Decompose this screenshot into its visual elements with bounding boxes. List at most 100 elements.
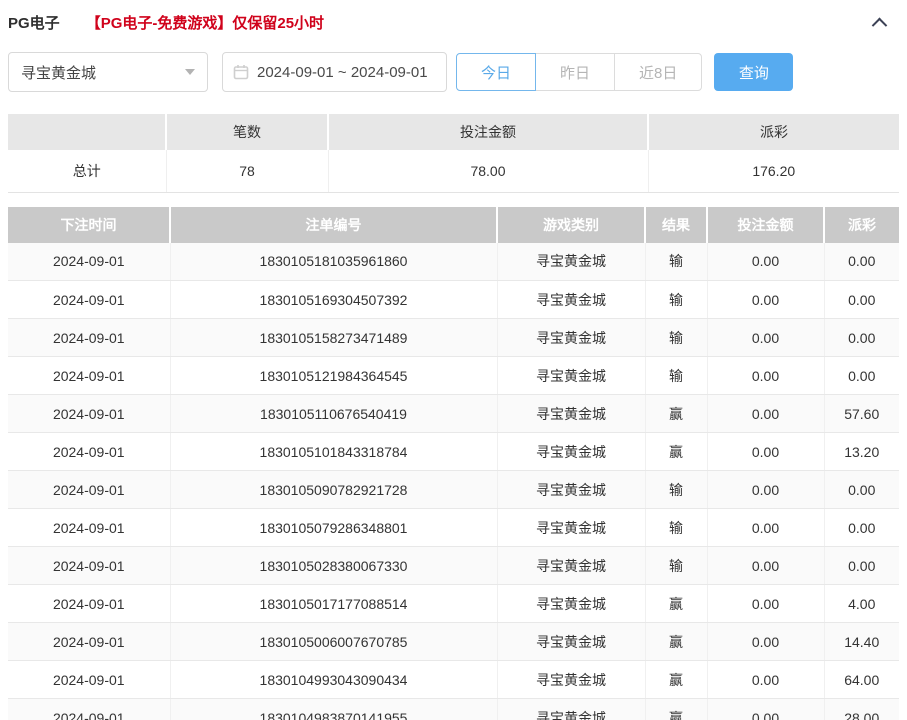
- summary-column-header: 派彩: [648, 114, 899, 150]
- table-cell: 寻宝黄金城: [497, 623, 645, 661]
- quick-button-0[interactable]: 今日: [456, 53, 536, 91]
- page-title: PG电子: [8, 12, 60, 33]
- table-cell: 0.00: [707, 433, 824, 471]
- summary-cell: 176.20: [648, 150, 899, 192]
- game-select[interactable]: 寻宝黄金城: [8, 52, 208, 92]
- table-cell: 1830105101843318784: [170, 433, 497, 471]
- table-cell: 寻宝黄金城: [497, 585, 645, 623]
- table-cell: 0.00: [824, 319, 899, 357]
- table-row: 2024-09-011830105101843318784寻宝黄金城赢0.001…: [8, 433, 899, 471]
- table-cell: 64.00: [824, 661, 899, 699]
- table-cell: 寻宝黄金城: [497, 243, 645, 281]
- table-cell: 1830105090782921728: [170, 471, 497, 509]
- table-cell: 0.00: [707, 319, 824, 357]
- table-row: 2024-09-011830105158273471489寻宝黄金城输0.000…: [8, 319, 899, 357]
- records-header-row: 下注时间注单编号游戏类别结果投注金额派彩: [8, 207, 899, 243]
- table-cell: 输: [645, 471, 707, 509]
- records-column-header: 投注金额: [707, 207, 824, 243]
- table-cell: 寻宝黄金城: [497, 433, 645, 471]
- filter-bar: 寻宝黄金城 2024-09-01 ~ 2024-09-01 今日昨日近8日 查询: [8, 52, 899, 92]
- table-row: 2024-09-011830105028380067330寻宝黄金城输0.000…: [8, 547, 899, 585]
- summary-column-header: [8, 114, 166, 150]
- table-cell: 1830105079286348801: [170, 509, 497, 547]
- table-cell: 赢: [645, 699, 707, 720]
- table-cell: 0.00: [824, 509, 899, 547]
- table-cell: 寻宝黄金城: [497, 699, 645, 720]
- records-column-header: 注单编号: [170, 207, 497, 243]
- caret-down-icon: [185, 69, 195, 75]
- summary-cell: 78: [166, 150, 328, 192]
- table-cell: 0.00: [707, 243, 824, 281]
- table-cell: 0.00: [707, 281, 824, 319]
- table-cell: 2024-09-01: [8, 509, 170, 547]
- table-cell: 0.00: [824, 471, 899, 509]
- summary-header-row: 笔数投注金额派彩: [8, 114, 899, 150]
- table-cell: 2024-09-01: [8, 547, 170, 585]
- records-column-header: 结果: [645, 207, 707, 243]
- table-row: 2024-09-011830105121984364545寻宝黄金城输0.000…: [8, 357, 899, 395]
- table-row: 2024-09-011830105090782921728寻宝黄金城输0.000…: [8, 471, 899, 509]
- collapse-button[interactable]: [867, 10, 891, 34]
- table-row: 2024-09-011830105181035961860寻宝黄金城输0.000…: [8, 243, 899, 281]
- table-cell: 2024-09-01: [8, 395, 170, 433]
- table-cell: 1830105158273471489: [170, 319, 497, 357]
- table-row: 2024-09-011830105017177088514寻宝黄金城赢0.004…: [8, 585, 899, 623]
- table-cell: 2024-09-01: [8, 243, 170, 281]
- table-cell: 寻宝黄金城: [497, 319, 645, 357]
- records-column-header: 派彩: [824, 207, 899, 243]
- table-cell: 1830105028380067330: [170, 547, 497, 585]
- records-table: 下注时间注单编号游戏类别结果投注金额派彩 2024-09-01183010518…: [8, 207, 899, 720]
- table-cell: 寻宝黄金城: [497, 281, 645, 319]
- table-cell: 1830105121984364545: [170, 357, 497, 395]
- table-cell: 2024-09-01: [8, 281, 170, 319]
- table-cell: 14.40: [824, 623, 899, 661]
- table-cell: 2024-09-01: [8, 661, 170, 699]
- summary-cell: 总计: [8, 150, 166, 192]
- quick-button-2[interactable]: 近8日: [614, 53, 702, 91]
- table-cell: 寻宝黄金城: [497, 357, 645, 395]
- chevron-up-icon: [871, 17, 887, 33]
- table-cell: 0.00: [707, 661, 824, 699]
- table-row: 2024-09-011830104993043090434寻宝黄金城赢0.006…: [8, 661, 899, 699]
- table-cell: 2024-09-01: [8, 623, 170, 661]
- table-cell: 0.00: [707, 585, 824, 623]
- table-cell: 2024-09-01: [8, 585, 170, 623]
- table-row: 2024-09-011830105006007670785寻宝黄金城赢0.001…: [8, 623, 899, 661]
- table-cell: 输: [645, 547, 707, 585]
- table-cell: 1830104993043090434: [170, 661, 497, 699]
- records-column-header: 游戏类别: [497, 207, 645, 243]
- table-cell: 2024-09-01: [8, 357, 170, 395]
- table-cell: 输: [645, 319, 707, 357]
- table-cell: 0.00: [824, 281, 899, 319]
- notice-text: 【PG电子-免费游戏】仅保留25小时: [86, 12, 324, 33]
- query-button[interactable]: 查询: [714, 53, 793, 91]
- table-cell: 28.00: [824, 699, 899, 720]
- table-cell: 4.00: [824, 585, 899, 623]
- table-cell: 赢: [645, 585, 707, 623]
- table-cell: 2024-09-01: [8, 471, 170, 509]
- records-body: 2024-09-011830105181035961860寻宝黄金城输0.000…: [8, 243, 899, 720]
- quick-button-1[interactable]: 昨日: [535, 53, 615, 91]
- table-cell: 赢: [645, 623, 707, 661]
- table-cell: 2024-09-01: [8, 319, 170, 357]
- quick-date-buttons: 今日昨日近8日: [456, 53, 702, 91]
- date-range-picker[interactable]: 2024-09-01 ~ 2024-09-01: [222, 52, 447, 92]
- table-cell: 0.00: [707, 547, 824, 585]
- betting-records-panel: PG电子 【PG电子-免费游戏】仅保留25小时 寻宝黄金城 2024-09-01…: [0, 0, 907, 720]
- summary-column-header: 笔数: [166, 114, 328, 150]
- table-cell: 寻宝黄金城: [497, 661, 645, 699]
- calendar-icon: [233, 64, 249, 80]
- table-row: 2024-09-011830105110676540419寻宝黄金城赢0.005…: [8, 395, 899, 433]
- records-column-header: 下注时间: [8, 207, 170, 243]
- table-cell: 1830105169304507392: [170, 281, 497, 319]
- table-cell: 1830105181035961860: [170, 243, 497, 281]
- table-cell: 0.00: [707, 471, 824, 509]
- table-cell: 0.00: [707, 623, 824, 661]
- table-cell: 1830105110676540419: [170, 395, 497, 433]
- table-cell: 2024-09-01: [8, 699, 170, 720]
- table-cell: 赢: [645, 395, 707, 433]
- table-cell: 57.60: [824, 395, 899, 433]
- table-cell: 寻宝黄金城: [497, 547, 645, 585]
- table-row: 2024-09-011830105169304507392寻宝黄金城输0.000…: [8, 281, 899, 319]
- table-cell: 寻宝黄金城: [497, 509, 645, 547]
